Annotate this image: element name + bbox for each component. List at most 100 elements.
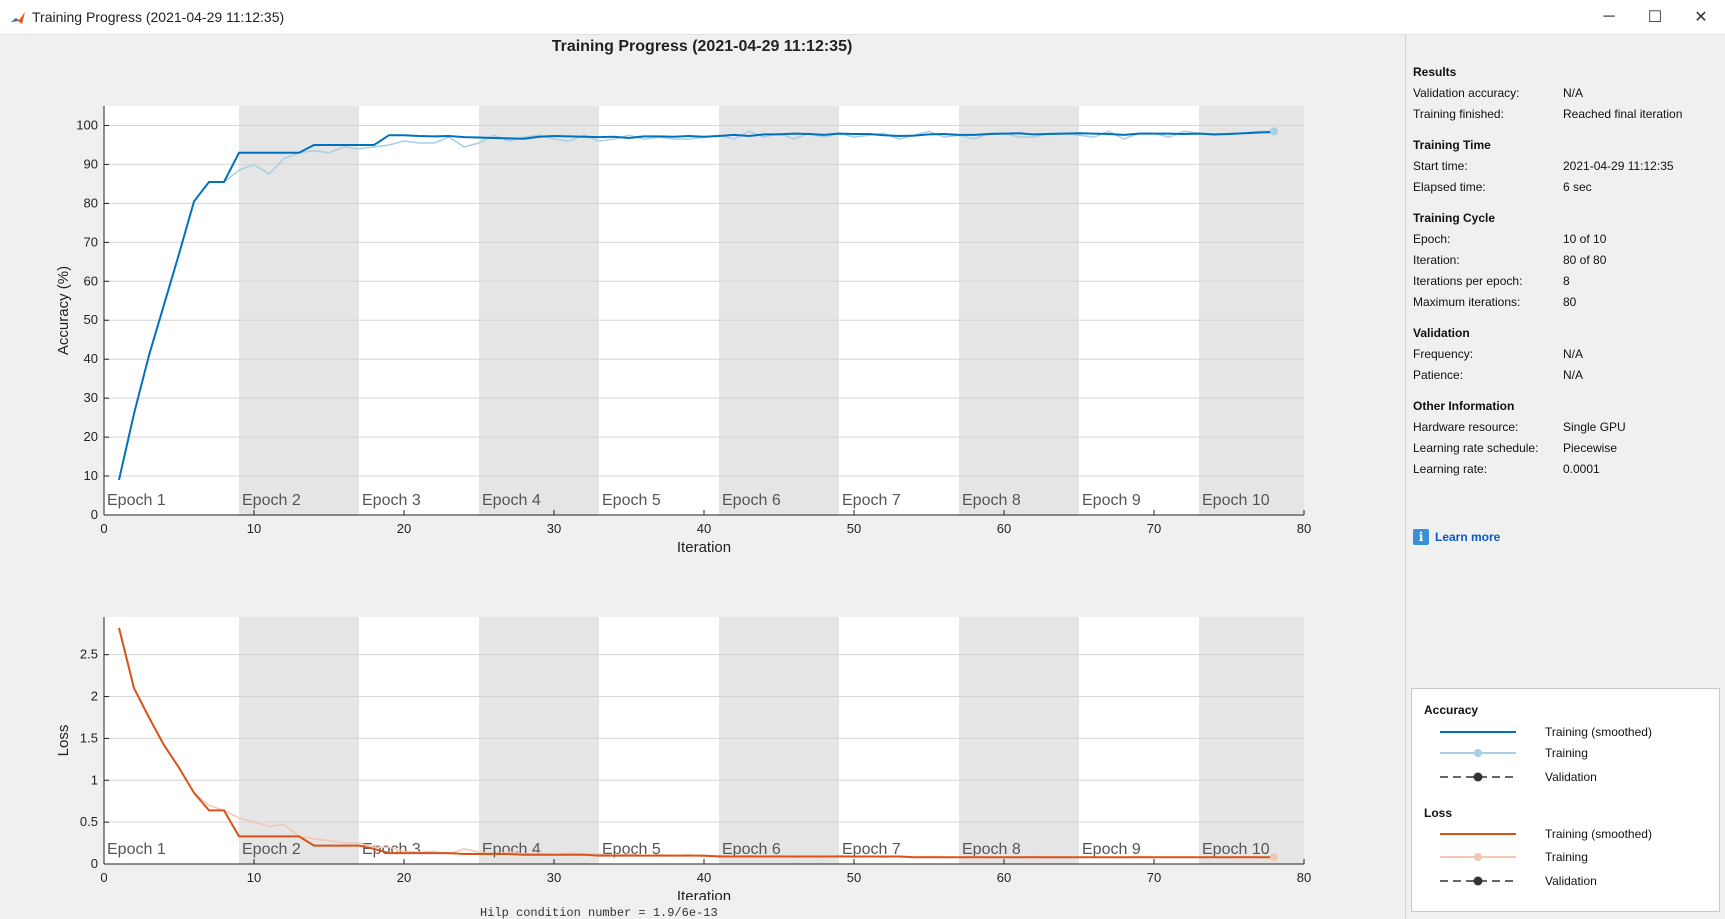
validation-title: Validation	[1413, 326, 1470, 340]
maximum-iterations-label: Maximum iterations:	[1413, 295, 1521, 309]
legend-loss-smoothed: Training (smoothed)	[1440, 827, 1700, 841]
accuracy-y-tick-label: 60	[84, 273, 98, 288]
accuracy-epoch-band	[479, 106, 599, 515]
frequency-value: N/A	[1563, 347, 1584, 361]
loss-last-point	[1270, 853, 1278, 862]
loss-chart: 0 0.5 1 1.5 2 2.5 0 10 20 30 40 50 60 70 80 Epoch 1 Epoc…	[55, 617, 1311, 900]
accuracy-y-tick-label: 50	[84, 312, 98, 327]
main-title: Training Progress (2021-04-29 11:12:35)	[551, 38, 853, 55]
accuracy-epoch-label: Epoch 9	[1082, 492, 1141, 509]
accuracy-y-tick-label: 0	[91, 507, 98, 522]
accuracy-x-tick-label: 50	[847, 521, 861, 536]
accuracy-x-tick-label: 80	[1297, 521, 1311, 536]
loss-x-tick-label: 20	[397, 870, 411, 885]
loss-x-tick-label: 50	[847, 870, 861, 885]
accuracy-y-tick-label: 80	[84, 195, 98, 210]
legend-accuracy-training-swatch	[1440, 749, 1516, 757]
close-button[interactable]: ✕	[1678, 0, 1724, 34]
learning-rate-value: 0.0001	[1563, 462, 1600, 476]
loss-x-tick-label: 60	[997, 870, 1011, 885]
loss-y-axis-label: Loss	[55, 725, 72, 757]
accuracy-y-tick-label: 20	[84, 429, 98, 444]
epoch-value: 10 of 10	[1563, 232, 1607, 246]
minimize-icon: ─	[1603, 8, 1615, 25]
accuracy-epoch-label: Epoch 1	[107, 492, 166, 509]
loss-x-tick-label: 10	[247, 870, 261, 885]
accuracy-epoch-label: Epoch 2	[242, 492, 301, 509]
accuracy-x-tick-label: 40	[697, 521, 711, 536]
accuracy-epoch-label: Epoch 8	[962, 492, 1021, 509]
results-title: Results	[1413, 65, 1457, 79]
loss-x-axis-label: Iteration	[677, 888, 731, 900]
accuracy-y-tick-label: 10	[84, 468, 98, 483]
training-finished-label: Training finished:	[1413, 107, 1504, 121]
loss-epoch-label: Epoch 10	[1202, 841, 1270, 858]
patience-label: Patience:	[1413, 368, 1464, 382]
legend-loss-validation-label: Validation	[1545, 874, 1597, 888]
accuracy-y-tick-label: 90	[84, 156, 98, 171]
loss-epoch-label: Epoch 3	[362, 841, 421, 858]
loss-x-tick-label: 30	[547, 870, 561, 885]
legend-loss-title: Loss	[1424, 806, 1453, 820]
legend-loss-training: Training	[1440, 850, 1700, 864]
epoch-label: Epoch:	[1413, 232, 1451, 246]
maximize-button[interactable]: ☐	[1632, 0, 1678, 34]
accuracy-epoch-band	[719, 106, 839, 515]
accuracy-epoch-label: Epoch 5	[602, 492, 661, 509]
iterations-per-epoch-label: Iterations per epoch:	[1413, 274, 1523, 288]
legend-accuracy-training-label: Training	[1545, 746, 1588, 760]
accuracy-y-tick-label: 30	[84, 390, 98, 405]
minimize-button[interactable]: ─	[1586, 0, 1632, 34]
accuracy-epoch-band	[959, 106, 1079, 515]
legend-accuracy-smoothed-label: Training (smoothed)	[1545, 725, 1652, 739]
loss-epoch-label: Epoch 8	[962, 841, 1021, 858]
iteration-label: Iteration:	[1413, 253, 1460, 267]
accuracy-x-tick-label: 60	[997, 521, 1011, 536]
legend-loss-validation: Validation	[1440, 874, 1700, 888]
loss-y-tick-label: 2	[91, 689, 98, 704]
legend-loss-smoothed-label: Training (smoothed)	[1545, 827, 1652, 841]
accuracy-x-tick-label: 20	[397, 521, 411, 536]
other-information-title: Other Information	[1413, 399, 1515, 413]
training-cycle-title: Training Cycle	[1413, 211, 1496, 225]
loss-epoch-band	[1199, 617, 1304, 864]
close-icon: ✕	[1694, 9, 1708, 26]
learning-rate-schedule-label: Learning rate schedule:	[1413, 441, 1539, 455]
accuracy-epoch-band	[239, 106, 359, 515]
loss-y-tick-label: 2.5	[80, 647, 98, 662]
loss-epoch-band	[239, 617, 359, 864]
loss-y-tick-label: 1.5	[80, 730, 98, 745]
start-time-label: Start time:	[1413, 159, 1468, 173]
window-title: Training Progress (2021-04-29 11:12:35)	[32, 9, 285, 25]
info-icon: i	[1413, 529, 1429, 545]
loss-x-tick-label: 80	[1297, 870, 1311, 885]
learning-rate-label: Learning rate:	[1413, 462, 1488, 476]
hardware-resource-value: Single GPU	[1563, 420, 1626, 434]
iterations-per-epoch-value: 8	[1563, 274, 1570, 288]
accuracy-y-axis-label: Accuracy (%)	[55, 266, 72, 355]
legend-loss-smoothed-swatch	[1440, 833, 1516, 835]
learn-more-label: Learn more	[1435, 530, 1501, 544]
learn-more-link[interactable]: i Learn more	[1413, 529, 1500, 545]
matlab-icon	[11, 12, 25, 24]
background-console-text: Hilp condition number = 1.9/6e-13	[480, 906, 718, 919]
legend-loss-training-swatch	[1440, 853, 1516, 861]
loss-epoch-band	[719, 617, 839, 864]
validation-accuracy-value: N/A	[1563, 86, 1584, 100]
validation-accuracy-label: Validation accuracy:	[1413, 86, 1520, 100]
hardware-resource-label: Hardware resource:	[1413, 420, 1519, 434]
maximum-iterations-value: 80	[1563, 295, 1577, 309]
loss-epoch-label: Epoch 1	[107, 841, 166, 858]
legend-box: Accuracy Training (smoothed) Training Va…	[1411, 688, 1720, 912]
info-sidebar: Results Validation accuracy: N/A Trainin…	[1405, 35, 1720, 919]
loss-epoch-label: Epoch 7	[842, 841, 901, 858]
window-titlebar: Training Progress (2021-04-29 11:12:35) …	[0, 0, 1725, 35]
accuracy-chart: 0 10 20 30 40 50 60 70 80 90 100 0 10 20 30 40 50 60 70 80 E…	[55, 106, 1311, 556]
legend-accuracy-validation: Validation	[1440, 770, 1700, 784]
patience-value: N/A	[1563, 368, 1584, 382]
accuracy-y-tick-label: 40	[84, 351, 98, 366]
iteration-value: 80 of 80	[1563, 253, 1607, 267]
accuracy-epoch-label: Epoch 7	[842, 492, 901, 509]
loss-epoch-label: Epoch 9	[1082, 841, 1141, 858]
training-finished-value: Reached final iteration	[1563, 107, 1683, 121]
